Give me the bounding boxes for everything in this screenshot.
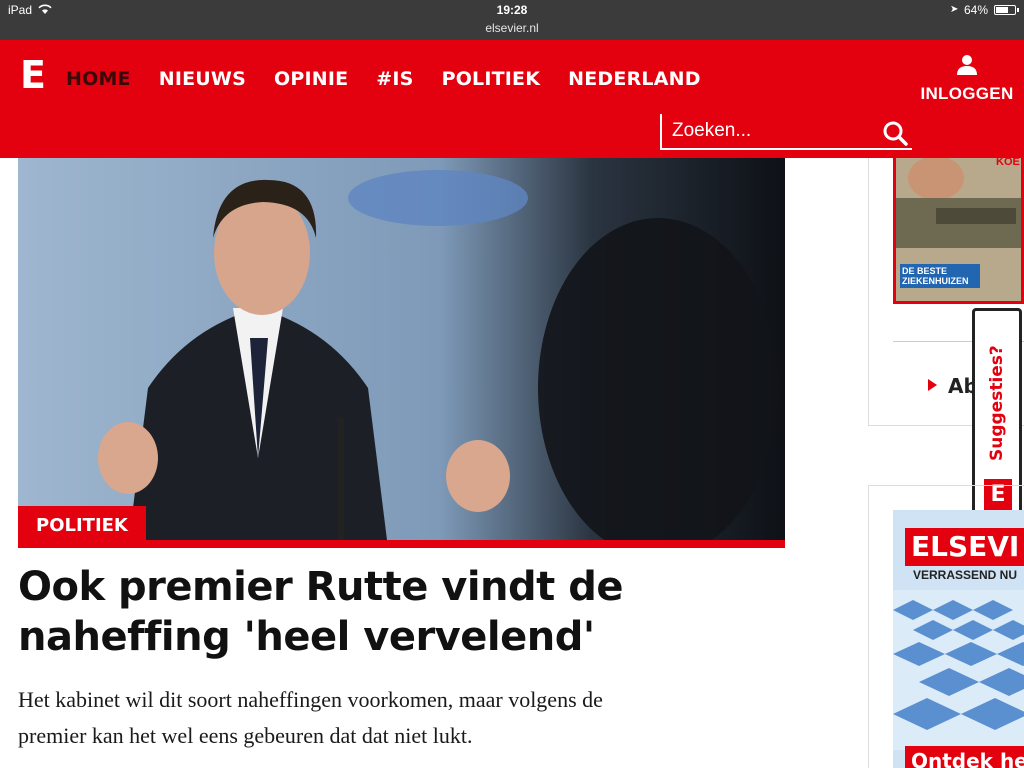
site-logo[interactable]: E bbox=[20, 56, 50, 94]
search-icon[interactable] bbox=[882, 120, 908, 146]
headline-line-1: Ook premier Rutte vindt de bbox=[18, 564, 623, 610]
ad-brand: ELSEVI bbox=[905, 528, 1024, 566]
location-arrow-icon: ➤ bbox=[950, 4, 959, 15]
nav-item-is[interactable]: #IS bbox=[376, 66, 413, 92]
nav-item-nederland[interactable]: NEDERLAND bbox=[568, 66, 701, 92]
ad-checker-pattern bbox=[893, 590, 1024, 750]
hero-photo bbox=[18, 158, 785, 548]
nav-item-home[interactable]: HOME bbox=[66, 66, 131, 92]
magazine-cover[interactable]: KOE DE BESTE ZIEKENHUIZEN bbox=[893, 158, 1024, 304]
search-input[interactable] bbox=[672, 118, 872, 144]
battery-fill bbox=[996, 7, 1008, 13]
headline-line-2: naheffing 'heel vervelend' bbox=[18, 614, 595, 660]
advertisement[interactable]: ELSEVI VERRASSEND NU Ontdek he bbox=[893, 510, 1024, 768]
battery-percentage: 64% bbox=[964, 3, 989, 17]
lead-line-1: Het kabinet wil dit soort naheffingen vo… bbox=[18, 687, 603, 712]
magazine-cover-band: DE BESTE ZIEKENHUIZEN bbox=[900, 264, 980, 288]
search-box bbox=[660, 114, 912, 150]
login-label: INLOGGEN bbox=[920, 84, 1014, 103]
suggestions-label: Suggesties? bbox=[987, 345, 1007, 461]
sidebar-link[interactable]: Ab bbox=[928, 374, 978, 398]
article-lead: Het kabinet wil dit soort naheffingen vo… bbox=[18, 682, 778, 754]
address-bar-url[interactable]: elsevier.nl bbox=[0, 21, 1024, 35]
status-bar: iPad 19:28 elsevier.nl ➤ 64% bbox=[0, 0, 1024, 40]
nav-item-opinie[interactable]: OPINIE bbox=[274, 66, 348, 92]
main-nav: HOME NIEUWS OPINIE #IS POLITIEK NEDERLAN… bbox=[66, 66, 729, 92]
clock: 19:28 bbox=[496, 3, 528, 17]
nav-item-nieuws[interactable]: NIEUWS bbox=[159, 66, 246, 92]
ad-cta: Ontdek he bbox=[905, 746, 1024, 768]
user-icon bbox=[957, 55, 977, 75]
article-hero-image[interactable] bbox=[18, 158, 785, 548]
nav-item-politiek[interactable]: POLITIEK bbox=[442, 66, 541, 92]
site-header: E HOME NIEUWS OPINIE #IS POLITIEK NEDERL… bbox=[0, 40, 1024, 158]
category-tag[interactable]: POLITIEK bbox=[18, 506, 146, 546]
login-button[interactable]: INLOGGEN bbox=[918, 54, 1016, 108]
article-headline[interactable]: Ook premier Rutte vindt de naheffing 'he… bbox=[18, 562, 778, 662]
ad-tagline: VERRASSEND NU bbox=[913, 568, 1018, 582]
magazine-cover-title: KOE bbox=[996, 158, 1020, 168]
battery-icon bbox=[994, 5, 1019, 15]
lead-line-2: premier kan het wel eens gebeuren dat da… bbox=[18, 723, 473, 748]
